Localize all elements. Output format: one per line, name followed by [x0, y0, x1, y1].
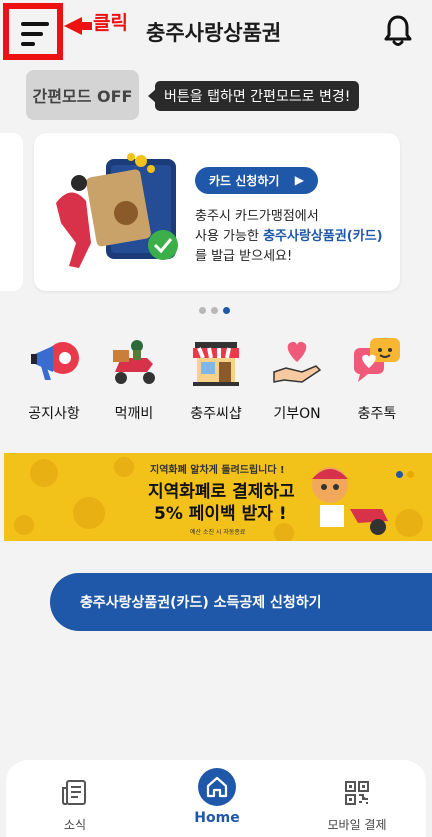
- nav-label: 소식: [63, 818, 87, 832]
- app-header: 클릭 충주사랑상품권: [0, 0, 432, 62]
- quick-menu-label: 충주씨샵: [190, 406, 242, 422]
- page-title: 충주사랑상품권: [146, 21, 282, 45]
- banner-line-3: 5% 페이백 받자 !: [154, 504, 287, 524]
- quick-menu: 공지사항 먹깨비 충주씨샵 기부ON 충주톡: [0, 336, 432, 423]
- carousel-prev-card[interactable]: [0, 133, 23, 291]
- delivery-scooter-icon: [113, 340, 155, 384]
- annotation-arrow-tail: [80, 22, 92, 30]
- quick-menu-mukkaebi[interactable]: 먹깨비: [94, 336, 174, 423]
- card-description: 충주시 카드가맹점에서 사용 가능한 충주사랑상품권(카드) 를 발급 받으세요…: [195, 207, 383, 267]
- menu-icon: [21, 22, 51, 46]
- mascot-scooter-illustration: [312, 467, 388, 535]
- quick-menu-cshop[interactable]: 충주씨샵: [176, 336, 256, 423]
- nav-label: Home: [194, 810, 240, 826]
- bell-icon[interactable]: [382, 14, 414, 48]
- nav-label: 모바일 결제: [327, 818, 387, 832]
- card-line-1: 충주시 카드가맹점에서: [195, 209, 319, 224]
- quick-menu-label: 충주톡: [357, 406, 397, 422]
- nav-home[interactable]: Home: [162, 760, 272, 826]
- card-apply-banner[interactable]: 카드 신청하기 ▶ 충주시 카드가맹점에서 사용 가능한 충주사랑상품권(카드)…: [34, 133, 400, 291]
- payback-banner[interactable]: 지역화폐 알차게 돌려드립니다 ! 지역화폐로 결제하고 5% 페이백 받자 !…: [4, 453, 432, 541]
- simple-mode-toggle[interactable]: 간편모드 OFF: [26, 70, 139, 120]
- banner-line-4: 예산 소진 시 자동종료: [190, 529, 246, 536]
- carousel-dot-active[interactable]: [223, 307, 230, 314]
- annotation-label: 클릭: [93, 12, 128, 34]
- banner-dot-active[interactable]: [396, 471, 403, 478]
- carousel-dot[interactable]: [199, 307, 206, 314]
- card-apply-button-label: 카드 신청하기: [209, 174, 280, 188]
- nav-mobile-payment[interactable]: 모바일 결제: [302, 760, 412, 833]
- banner-line-1: 지역화폐 알차게 돌려드립니다 !: [150, 465, 285, 476]
- quick-menu-label: 먹깨비: [114, 406, 154, 422]
- carousel-dots: [199, 307, 230, 314]
- donation-heart-icon: [273, 341, 322, 383]
- card-apply-button[interactable]: 카드 신청하기 ▶: [195, 167, 318, 194]
- news-icon: [62, 780, 86, 805]
- banner-dots: [396, 471, 414, 478]
- banner-dot[interactable]: [407, 471, 414, 478]
- qr-code-icon: [345, 781, 369, 805]
- bottom-nav: 소식 Home 모바일 결제: [6, 760, 426, 837]
- home-icon: [206, 776, 228, 798]
- card-phone-illustration: [56, 153, 178, 268]
- quick-menu-talk[interactable]: 충주톡: [337, 336, 417, 423]
- home-icon-circle: [198, 768, 236, 806]
- shop-icon: [193, 342, 239, 386]
- card-highlight: 충주사랑상품권(카드): [263, 229, 383, 244]
- card-line-3: 를 발급 받으세요!: [195, 249, 293, 264]
- carousel-dot[interactable]: [211, 307, 218, 314]
- menu-button[interactable]: [3, 3, 63, 60]
- chevron-right-icon: ▶: [294, 173, 304, 187]
- quick-menu-notice[interactable]: 공지사항: [14, 336, 94, 423]
- chat-icon: [354, 338, 400, 382]
- card-line-2: 사용 가능한 충주사랑상품권(카드): [195, 229, 383, 244]
- nav-news[interactable]: 소식: [20, 760, 130, 833]
- quick-menu-label: 공지사항: [28, 406, 80, 422]
- megaphone-icon: [31, 342, 79, 380]
- income-deduction-button[interactable]: 충주사랑상품권(카드) 소득공제 신청하기: [50, 573, 432, 631]
- simple-mode-tooltip: 버튼을 탭하면 간편모드로 변경!: [147, 81, 360, 111]
- quick-menu-label: 기부ON: [273, 406, 321, 422]
- quick-menu-donation[interactable]: 기부ON: [257, 336, 337, 423]
